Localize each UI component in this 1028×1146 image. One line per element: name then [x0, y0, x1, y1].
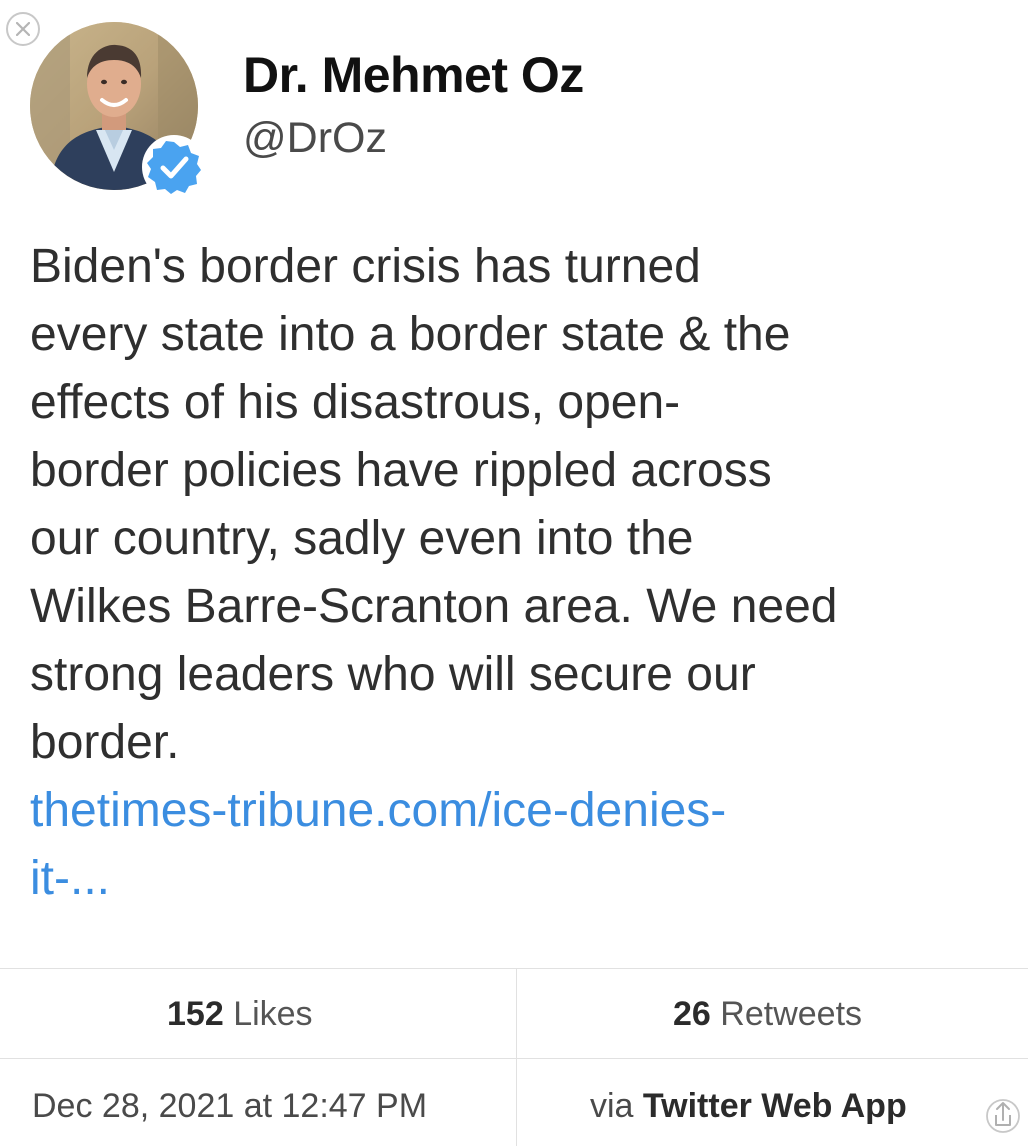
verified-badge-icon	[147, 141, 201, 194]
via-label: via	[590, 1087, 634, 1125]
divider	[0, 968, 1028, 969]
verified-badge	[142, 135, 206, 199]
share-button[interactable]	[986, 1096, 1020, 1134]
tweet-text-line: effects of his disastrous, open-	[30, 376, 681, 429]
tweet-text-line: Wilkes Barre-Scranton area. We need	[30, 580, 838, 633]
close-icon	[16, 22, 30, 36]
retweets-count: 26	[673, 995, 711, 1033]
tweet-text-line: border.	[30, 716, 180, 769]
tweet-timestamp: Dec 28, 2021 at 12:47 PM	[32, 1087, 428, 1125]
retweets-label: Retweets	[720, 995, 863, 1033]
source-app: Twitter Web App	[642, 1087, 907, 1125]
tweet-link[interactable]: thetimes-tribune.com/ice-denies- it-...	[30, 777, 726, 913]
tweet-link-line[interactable]: it-...	[30, 845, 726, 913]
tweet-text-line: border policies have rippled across	[30, 444, 772, 497]
likes-stat[interactable]: 152 Likes	[167, 995, 313, 1034]
display-name[interactable]: Dr. Mehmet Oz	[243, 46, 584, 104]
tweet-text-line: strong leaders who will secure our	[30, 648, 756, 701]
tweet-source[interactable]: via Twitter Web App	[590, 1087, 907, 1126]
share-icon	[986, 1099, 1020, 1133]
retweets-stat[interactable]: 26 Retweets	[673, 995, 862, 1034]
tweet-text-line: Biden's border crisis has turned	[30, 240, 701, 293]
likes-label: Likes	[233, 995, 313, 1033]
tweet-link-line[interactable]: thetimes-tribune.com/ice-denies-	[30, 777, 726, 845]
user-handle[interactable]: @DrOz	[243, 114, 387, 163]
divider	[516, 968, 517, 1146]
close-button[interactable]	[6, 12, 40, 46]
tweet-text-line: our country, sadly even into the	[30, 512, 694, 565]
tweet-text: Biden's border crisis has turned every s…	[30, 233, 1005, 777]
tweet-card: Dr. Mehmet Oz @DrOz Biden's border crisi…	[0, 0, 1028, 1146]
likes-count: 152	[167, 995, 224, 1033]
divider	[0, 1058, 1028, 1059]
tweet-text-line: every state into a border state & the	[30, 308, 791, 361]
